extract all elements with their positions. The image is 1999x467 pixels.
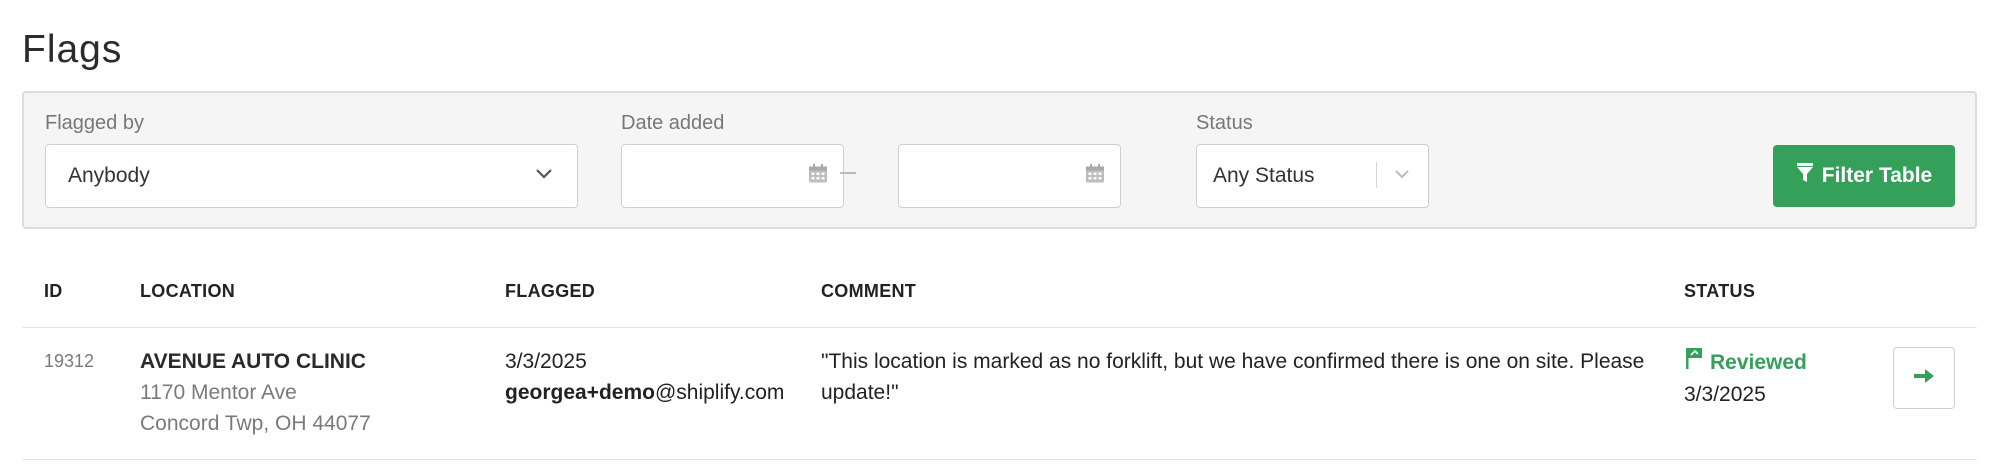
- column-header-flagged[interactable]: FLAGGED: [505, 281, 595, 302]
- status-select-value: Any Status: [1213, 164, 1315, 187]
- location-cell: AVENUE AUTO CLINIC 1170 Mentor Ave Conco…: [140, 346, 371, 439]
- calendar-icon[interactable]: [1084, 163, 1106, 190]
- status-date: 3/3/2025: [1684, 383, 1766, 406]
- column-header-comment[interactable]: COMMENT: [821, 281, 916, 302]
- flagged-cell: 3/3/2025 georgea+demo@shiplify.com: [505, 346, 784, 408]
- flagged-date: 3/3/2025: [505, 350, 587, 373]
- location-address-line1: 1170 Mentor Ave: [140, 381, 297, 404]
- header-divider: [22, 327, 1977, 328]
- column-header-status[interactable]: STATUS: [1684, 281, 1755, 302]
- flagged-by-select[interactable]: Anybody: [45, 144, 578, 208]
- date-added-label: Date added: [621, 112, 725, 134]
- chevron-down-icon: [535, 167, 553, 185]
- flagged-by-label: Flagged by: [45, 112, 144, 134]
- flagged-by-value: Anybody: [68, 164, 150, 187]
- flagged-by-user: georgea+demo: [505, 381, 655, 404]
- filter-icon: [1796, 162, 1814, 190]
- calendar-icon[interactable]: [807, 163, 829, 190]
- status-select-divider: [1376, 162, 1377, 188]
- location-address-line2: Concord Twp, OH 44077: [140, 412, 371, 435]
- filter-table-button[interactable]: Filter Table: [1773, 145, 1955, 207]
- flagged-by-email: georgea+demo@shiplify.com: [505, 377, 784, 408]
- chevron-down-icon: [1394, 167, 1410, 185]
- view-flag-button[interactable]: [1893, 347, 1955, 409]
- comment-text: "This location is marked as no forklift,…: [821, 350, 1645, 404]
- flagged-by-domain: @shiplify.com: [654, 381, 785, 404]
- date-to-input[interactable]: [898, 144, 1121, 208]
- status-filter-label: Status: [1196, 112, 1253, 134]
- location-name: AVENUE AUTO CLINIC: [140, 350, 366, 373]
- flag-icon: [1684, 346, 1704, 379]
- row-divider: [22, 459, 1977, 460]
- column-header-location[interactable]: LOCATION: [140, 281, 235, 302]
- column-header-id[interactable]: ID: [44, 281, 63, 302]
- status-badge: Reviewed: [1684, 346, 1807, 379]
- date-range-separator: [840, 172, 856, 174]
- status-cell: Reviewed 3/3/2025: [1684, 346, 1807, 410]
- date-from-input[interactable]: [621, 144, 844, 208]
- filter-table-button-label: Filter Table: [1821, 164, 1933, 187]
- status-label: Reviewed: [1710, 351, 1807, 374]
- status-select[interactable]: Any Status: [1196, 144, 1429, 208]
- row-id: 19312: [44, 351, 95, 371]
- page-title: Flags: [22, 28, 123, 71]
- arrow-right-icon: [1913, 368, 1935, 389]
